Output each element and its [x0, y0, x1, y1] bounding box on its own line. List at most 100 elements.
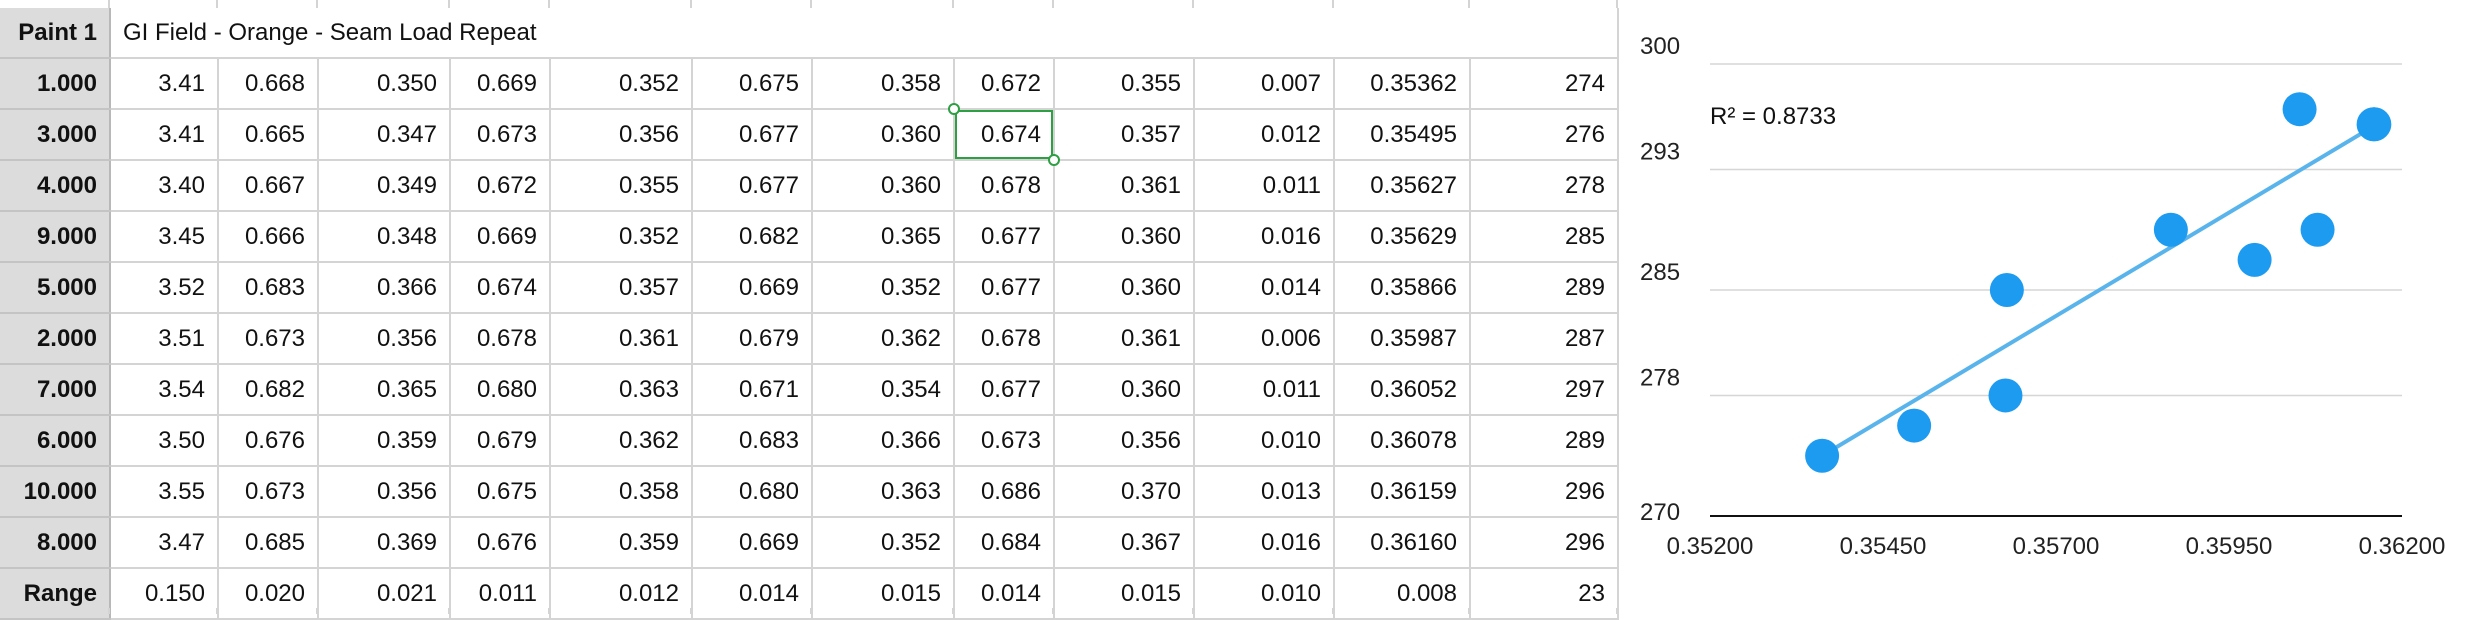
- table-cell[interactable]: 3.45: [110, 211, 219, 263]
- table-cell[interactable]: 3.50: [110, 415, 219, 467]
- table-cell[interactable]: 0.363: [812, 466, 955, 518]
- table-cell[interactable]: 0.355: [550, 160, 693, 212]
- table-cell[interactable]: 0.360: [812, 109, 955, 161]
- table-cell[interactable]: 0.355: [1054, 58, 1195, 110]
- table-cell[interactable]: 0.358: [812, 58, 955, 110]
- table-cell[interactable]: 0.359: [550, 517, 693, 569]
- table-cell[interactable]: 0.016: [1194, 211, 1335, 263]
- row-header[interactable]: 9.000: [0, 211, 111, 263]
- table-cell[interactable]: 0.367: [1054, 517, 1195, 569]
- table-cell[interactable]: 0.354: [812, 364, 955, 416]
- table-cell[interactable]: 0.356: [550, 109, 693, 161]
- table-cell[interactable]: 0.369: [318, 517, 451, 569]
- table-cell[interactable]: 0.35627: [1334, 160, 1471, 212]
- table-cell[interactable]: 0.361: [1054, 313, 1195, 365]
- table-cell[interactable]: 0.357: [550, 262, 693, 314]
- table-cell[interactable]: 0.686: [954, 466, 1055, 518]
- table-cell[interactable]: 0.010: [1194, 415, 1335, 467]
- table-cell[interactable]: 0.669: [692, 262, 813, 314]
- table-cell[interactable]: 0.677: [954, 262, 1055, 314]
- table-cell[interactable]: 0.679: [450, 415, 551, 467]
- scatter-chart[interactable]: 270 278 285 293 300 0.35200 0.35450 0.35700 0.35…: [1630, 0, 2490, 614]
- table-cell[interactable]: 297: [1470, 364, 1619, 416]
- table-cell[interactable]: 0.678: [954, 160, 1055, 212]
- table-cell[interactable]: 0.36160: [1334, 517, 1471, 569]
- table-cell[interactable]: 274: [1470, 58, 1619, 110]
- table-cell[interactable]: 3.54: [110, 364, 219, 416]
- table-cell[interactable]: 0.675: [692, 58, 813, 110]
- table-cell[interactable]: 0.352: [812, 262, 955, 314]
- table-cell[interactable]: 0.35629: [1334, 211, 1471, 263]
- row-header[interactable]: 7.000: [0, 364, 111, 416]
- table-cell[interactable]: 0.35987: [1334, 313, 1471, 365]
- table-cell[interactable]: 0.36052: [1334, 364, 1471, 416]
- row-header[interactable]: 8.000: [0, 517, 111, 569]
- table-cell[interactable]: 0.35362: [1334, 58, 1471, 110]
- table-cell[interactable]: 0.365: [812, 211, 955, 263]
- table-cell[interactable]: 0.366: [318, 262, 451, 314]
- table-cell[interactable]: 0.666: [218, 211, 319, 263]
- table-cell[interactable]: 0.667: [218, 160, 319, 212]
- table-cell[interactable]: 0.357: [1054, 109, 1195, 161]
- table-cell[interactable]: 0.680: [692, 466, 813, 518]
- selection-handle-bottom-right[interactable]: [1048, 154, 1060, 166]
- table-cell[interactable]: 0.668: [218, 58, 319, 110]
- table-cell[interactable]: 0.669: [450, 58, 551, 110]
- table-cell[interactable]: 0.013: [1194, 466, 1335, 518]
- table-cell[interactable]: 0.363: [550, 364, 693, 416]
- selected-cell[interactable]: 0.674: [954, 109, 1055, 161]
- table-cell[interactable]: 0.347: [318, 109, 451, 161]
- table-cell[interactable]: 0.352: [550, 211, 693, 263]
- table-cell[interactable]: 0.671: [692, 364, 813, 416]
- row-header[interactable]: 6.000: [0, 415, 111, 467]
- table-cell[interactable]: 0.683: [218, 262, 319, 314]
- table-cell[interactable]: 0.360: [812, 160, 955, 212]
- table-cell[interactable]: 0.673: [954, 415, 1055, 467]
- row-header[interactable]: 5.000: [0, 262, 111, 314]
- row-header[interactable]: 4.000: [0, 160, 111, 212]
- table-cell[interactable]: 0.676: [218, 415, 319, 467]
- table-cell[interactable]: 3.40: [110, 160, 219, 212]
- table-cell[interactable]: 3.52: [110, 262, 219, 314]
- table-cell[interactable]: 0.358: [550, 466, 693, 518]
- table-cell[interactable]: 0.352: [812, 517, 955, 569]
- table-cell[interactable]: 0.352: [550, 58, 693, 110]
- table-cell[interactable]: 0.36078: [1334, 415, 1471, 467]
- table-cell[interactable]: 0.678: [450, 313, 551, 365]
- row-header[interactable]: 2.000: [0, 313, 111, 365]
- table-cell[interactable]: 0.360: [1054, 364, 1195, 416]
- table-cell[interactable]: 276: [1470, 109, 1619, 161]
- table-cell[interactable]: 0.012: [1194, 109, 1335, 161]
- row-header[interactable]: 1.000: [0, 58, 111, 110]
- table-cell[interactable]: 0.014: [1194, 262, 1335, 314]
- table-cell[interactable]: 0.361: [550, 313, 693, 365]
- table-cell[interactable]: 0.356: [1054, 415, 1195, 467]
- table-cell[interactable]: 0.674: [450, 262, 551, 314]
- table-cell[interactable]: 0.673: [218, 313, 319, 365]
- table-cell[interactable]: 0.673: [450, 109, 551, 161]
- table-cell[interactable]: 0.356: [318, 313, 451, 365]
- table-cell[interactable]: 0.677: [954, 211, 1055, 263]
- table-cell[interactable]: 0.685: [218, 517, 319, 569]
- table-cell[interactable]: 0.348: [318, 211, 451, 263]
- table-cell[interactable]: 0.349: [318, 160, 451, 212]
- selection-handle-top-left[interactable]: [948, 103, 960, 115]
- table-cell[interactable]: 0.682: [218, 364, 319, 416]
- table-cell[interactable]: 287: [1470, 313, 1619, 365]
- table-cell[interactable]: 3.41: [110, 58, 219, 110]
- table-cell[interactable]: 296: [1470, 517, 1619, 569]
- table-cell[interactable]: 0.365: [318, 364, 451, 416]
- table-cell[interactable]: 0.36159: [1334, 466, 1471, 518]
- table-cell[interactable]: 0.679: [692, 313, 813, 365]
- table-cell[interactable]: 0.360: [1054, 211, 1195, 263]
- table-cell[interactable]: 0.677: [692, 160, 813, 212]
- table-cell[interactable]: 0.682: [692, 211, 813, 263]
- table-cell[interactable]: 0.672: [450, 160, 551, 212]
- table-cell[interactable]: 0.684: [954, 517, 1055, 569]
- table-cell[interactable]: 0.362: [550, 415, 693, 467]
- table-cell[interactable]: 0.677: [692, 109, 813, 161]
- table-cell[interactable]: 0.672: [954, 58, 1055, 110]
- table-cell[interactable]: 285: [1470, 211, 1619, 263]
- table-cell[interactable]: 0.665: [218, 109, 319, 161]
- table-cell[interactable]: 289: [1470, 262, 1619, 314]
